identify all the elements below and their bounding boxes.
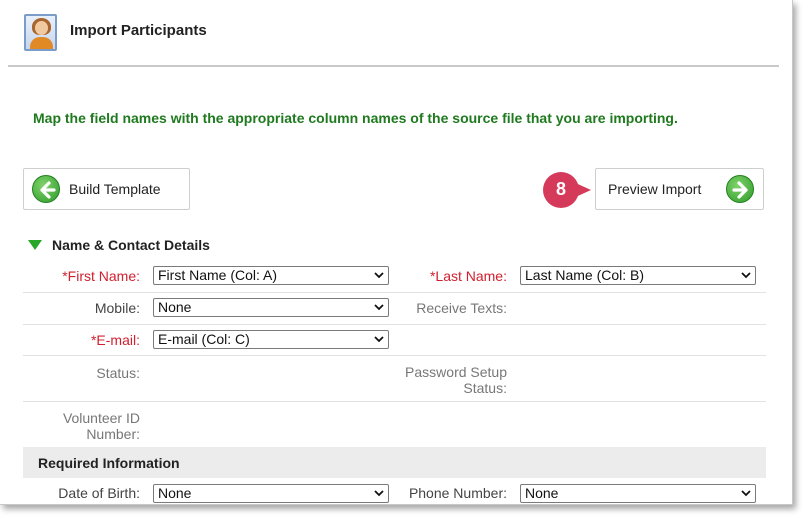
first-name-label: *First Name: (62, 268, 140, 284)
chevron-down-icon (374, 490, 384, 497)
instruction-text: Map the field names with the appropriate… (33, 110, 678, 126)
build-template-button[interactable]: Build Template (23, 168, 190, 210)
status-label: Status: (96, 365, 140, 381)
arrow-left-icon (32, 175, 60, 203)
row-divider (23, 292, 766, 293)
section-title: Name & Contact Details (52, 237, 210, 253)
mobile-label: Mobile: (94, 300, 140, 316)
password-setup-label: Password Setup Status: (405, 364, 507, 396)
page-title: Import Participants (70, 22, 207, 39)
build-template-label: Build Template (69, 181, 161, 197)
first-name-select[interactable]: First Name (Col: A) (153, 266, 389, 285)
row-divider (23, 355, 766, 356)
row-divider (23, 324, 766, 325)
preview-import-label: Preview Import (608, 181, 702, 197)
phone-number-select[interactable]: None (520, 484, 756, 503)
email-select[interactable]: E-mail (Col: C) (153, 330, 389, 349)
date-of-birth-label: Date of Birth: (58, 485, 140, 501)
avatar-icon (24, 14, 57, 51)
phone-number-label: Phone Number: (408, 485, 507, 501)
last-name-label: *Last Name: (429, 268, 507, 284)
last-name-select[interactable]: Last Name (Col: B) (520, 266, 756, 285)
required-info-title: Required Information (38, 455, 180, 471)
required-info-header: Required Information (23, 447, 766, 478)
receive-texts-label: Receive Texts: (416, 300, 507, 316)
chevron-down-icon (374, 336, 384, 343)
chevron-down-icon (374, 304, 384, 311)
triangle-down-icon (28, 240, 42, 250)
page-header: Import Participants (0, 0, 792, 66)
chevron-down-icon (741, 272, 751, 279)
step-badge: 8 (543, 172, 603, 208)
import-window: Import Participants Map the field names … (0, 0, 793, 505)
header-divider (8, 65, 779, 67)
date-of-birth-select[interactable]: None (153, 484, 389, 503)
volunteer-id-label: Volunteer ID Number: (62, 410, 140, 442)
email-label: *E-mail: (90, 332, 140, 348)
preview-import-button[interactable]: Preview Import (595, 168, 764, 210)
mobile-select[interactable]: None (153, 298, 389, 317)
chevron-down-icon (374, 272, 384, 279)
step-number: 8 (555, 179, 566, 199)
chevron-down-icon (741, 490, 751, 497)
row-divider (23, 401, 766, 402)
arrow-right-icon (726, 175, 754, 203)
